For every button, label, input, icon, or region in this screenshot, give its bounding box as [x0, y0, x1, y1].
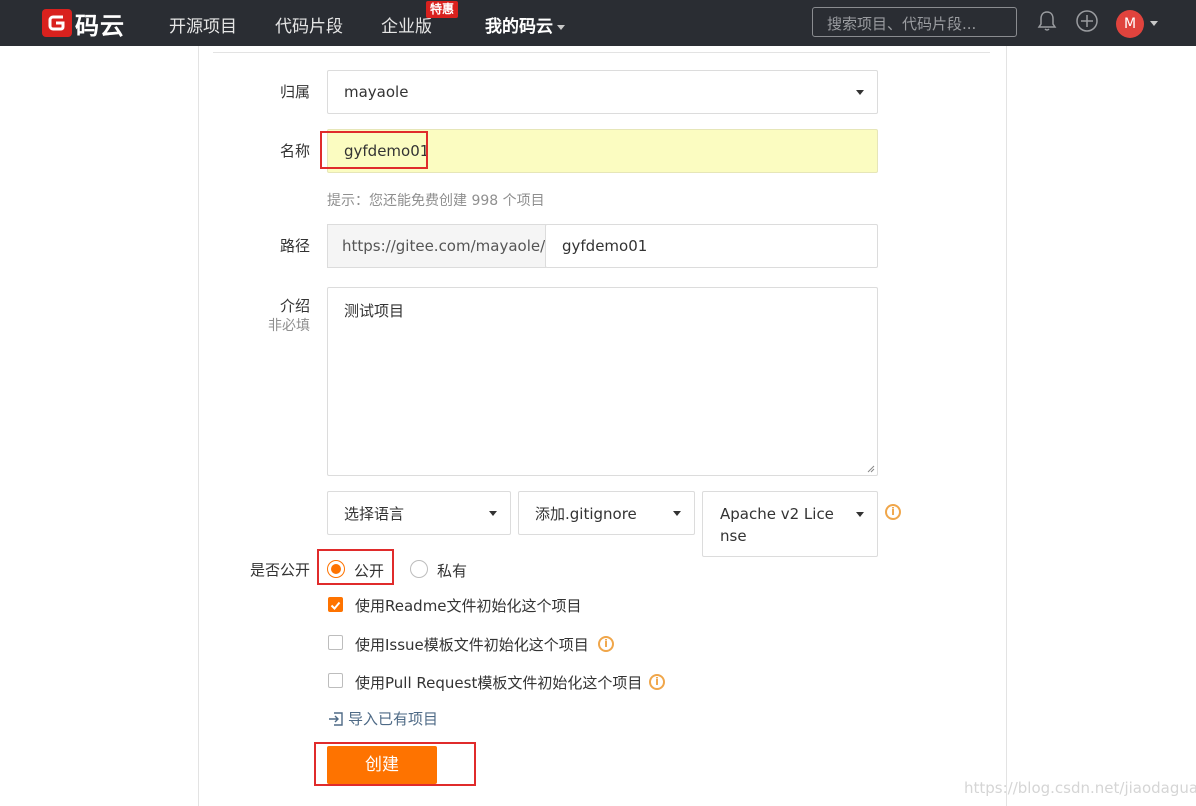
avatar-chevron-down-icon[interactable] — [1150, 21, 1158, 26]
intro-value: 测试项目 — [344, 302, 405, 320]
public-option-label[interactable]: 公开 — [354, 560, 384, 581]
import-project-link[interactable]: 导入已有项目 — [327, 708, 438, 729]
nav-my-gitee[interactable]: 我的码云 — [485, 12, 565, 37]
issue-template-checkbox-label[interactable]: 使用Issue模板文件初始化这个项目 — [355, 634, 589, 655]
optional-label: 非必填 — [268, 318, 310, 334]
issue-template-info-icon[interactable]: i — [598, 636, 614, 652]
create-button[interactable]: 创建 — [327, 746, 437, 784]
quota-hint: 提示：您还能免费创建 998 个项目 — [327, 193, 545, 209]
import-project-label: 导入已有项目 — [348, 710, 439, 728]
chevron-down-icon — [557, 24, 565, 30]
chevron-down-icon — [489, 511, 497, 516]
logo-mark-icon — [42, 9, 72, 37]
gitee-logo[interactable]: 码云 — [42, 9, 125, 40]
language-select[interactable]: 选择语言 — [327, 491, 511, 535]
nav-enterprise[interactable]: 企业版 — [381, 12, 432, 37]
plus-circle-icon[interactable] — [1075, 9, 1099, 33]
readme-checkbox[interactable] — [328, 597, 343, 612]
license-value: Apache v2 License — [720, 505, 834, 545]
chevron-down-icon — [856, 512, 864, 517]
intro-label: 介绍 — [279, 297, 310, 315]
logo-text: 码云 — [75, 11, 125, 40]
license-info-icon[interactable]: i — [885, 504, 901, 520]
radio-dot — [331, 564, 341, 574]
watermark-text: https://blog.csdn.net/jiaodaguan — [964, 779, 1196, 797]
private-option-label[interactable]: 私有 — [437, 560, 467, 581]
pr-template-checkbox-label[interactable]: 使用Pull Request模板文件初始化这个项目 — [355, 672, 642, 693]
public-radio[interactable] — [327, 560, 345, 578]
bell-icon[interactable] — [1037, 9, 1057, 33]
owner-value: mayaole — [344, 83, 409, 101]
content-border-right — [1006, 46, 1007, 806]
intro-textarea[interactable]: 测试项目 — [327, 287, 878, 476]
resize-grip-icon[interactable] — [867, 465, 875, 473]
section-divider — [213, 52, 990, 53]
issue-template-checkbox[interactable] — [328, 635, 343, 650]
name-input[interactable]: gyfdemo01 — [327, 129, 878, 173]
import-icon — [329, 711, 343, 726]
visibility-label: 是否公开 — [249, 561, 310, 579]
path-value: gyfdemo01 — [562, 237, 648, 255]
path-prefix: https://gitee.com/mayaole/ — [327, 224, 546, 268]
nav-code-snippets[interactable]: 代码片段 — [275, 12, 343, 37]
gitignore-value: 添加.gitignore — [535, 504, 637, 523]
private-radio[interactable] — [410, 560, 428, 578]
name-value: gyfdemo01 — [344, 142, 430, 160]
pr-template-info-icon[interactable]: i — [649, 674, 665, 690]
nav-open-source[interactable]: 开源项目 — [169, 12, 237, 37]
content-border-left — [198, 46, 199, 806]
language-value: 选择语言 — [344, 504, 405, 523]
chevron-down-icon — [856, 90, 864, 95]
chevron-down-icon — [673, 511, 681, 516]
readme-checkbox-label[interactable]: 使用Readme文件初始化这个项目 — [355, 595, 582, 616]
path-label: 路径 — [279, 237, 310, 255]
license-select[interactable]: Apache v2 License — [702, 491, 878, 557]
avatar[interactable]: M — [1116, 10, 1144, 38]
top-navbar: 码云 开源项目 代码片段 企业版 特惠 我的码云 搜索项目、代码片段... M — [0, 0, 1196, 46]
promo-badge: 特惠 — [426, 1, 459, 18]
checkmark-icon — [330, 601, 341, 610]
nav-my-gitee-label: 我的码云 — [485, 17, 553, 37]
gitignore-select[interactable]: 添加.gitignore — [518, 491, 695, 535]
path-input[interactable]: gyfdemo01 — [545, 224, 878, 268]
pr-template-checkbox[interactable] — [328, 673, 343, 688]
owner-select[interactable]: mayaole — [327, 70, 878, 114]
owner-label: 归属 — [279, 83, 310, 101]
name-label: 名称 — [279, 142, 310, 160]
search-input[interactable]: 搜索项目、代码片段... — [812, 7, 1017, 37]
